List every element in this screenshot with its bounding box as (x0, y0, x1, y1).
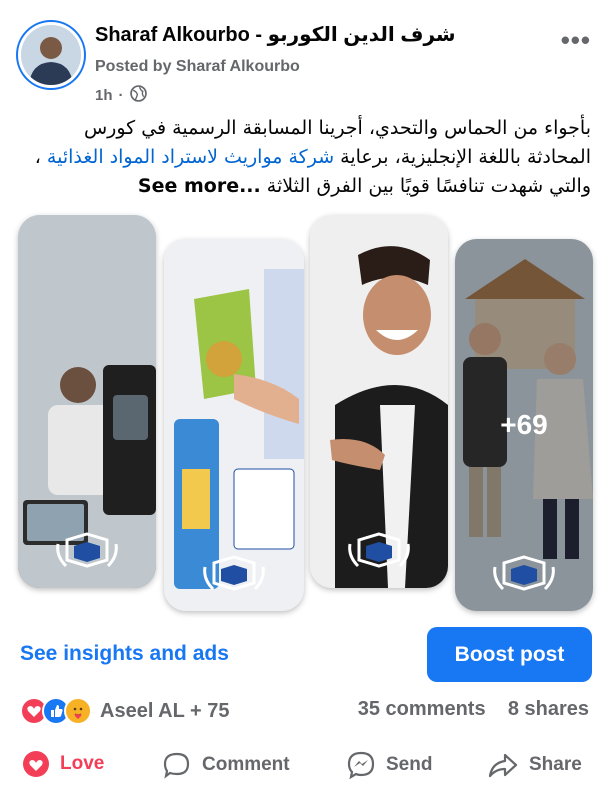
post-text: بأجواء من الحماس والتحدي، أجرينا المسابق… (20, 114, 591, 201)
comments-count[interactable]: 35 comments (358, 698, 486, 720)
engagement-counts: 35 comments 8 shares (358, 698, 589, 721)
post-actions: Love Comment Send Share (0, 740, 611, 790)
author-name[interactable]: Sharaf Alkourbo - شرف الدين الكوربو (95, 22, 456, 47)
academy-logo-icon (348, 532, 410, 568)
see-insights-link[interactable]: See insights and ads (20, 642, 229, 666)
comment-button[interactable]: Comment (162, 750, 290, 780)
photo-gallery: +69 (0, 205, 611, 620)
post-header: Sharaf Alkourbo - شرف الدين الكوربو Post… (0, 0, 611, 110)
academy-logo-icon (493, 555, 555, 591)
share-icon (488, 753, 518, 778)
post-meta: 1h · (95, 85, 147, 106)
comment-label: Comment (202, 754, 290, 775)
share-button[interactable]: Share (487, 750, 582, 780)
author-avatar[interactable] (18, 22, 84, 88)
sponsor-link[interactable]: شركة مواريث لاستراد المواد الغذائية (47, 146, 334, 168)
photo-2[interactable] (164, 239, 304, 611)
share-label: Share (529, 754, 582, 775)
send-button[interactable]: Send (346, 750, 432, 780)
photo-3[interactable] (310, 215, 448, 588)
send-label: Send (386, 754, 433, 775)
love-button[interactable]: Love (22, 750, 104, 778)
posted-by: Posted by Sharaf Alkourbo (95, 58, 300, 75)
boost-post-button[interactable]: Boost post (427, 627, 592, 682)
shares-count[interactable]: 8 shares (508, 698, 589, 720)
love-label: Love (60, 753, 105, 774)
see-more-link[interactable]: See more... (138, 175, 261, 197)
more-options-icon[interactable]: ••• (561, 25, 591, 56)
reactions-label: Aseel AL + 75 (100, 699, 230, 722)
photo-1[interactable] (18, 215, 156, 588)
reactions-summary[interactable]: Aseel AL + 75 (20, 697, 230, 725)
messenger-icon (347, 751, 375, 780)
love-icon (23, 751, 49, 777)
academy-logo-icon (203, 555, 265, 591)
globe-icon[interactable] (129, 85, 147, 106)
photo-4[interactable]: +69 (455, 239, 593, 611)
academy-logo-icon (56, 532, 118, 568)
post-time[interactable]: 1h (95, 87, 113, 104)
care-icon (64, 697, 92, 725)
comment-icon (163, 752, 190, 779)
